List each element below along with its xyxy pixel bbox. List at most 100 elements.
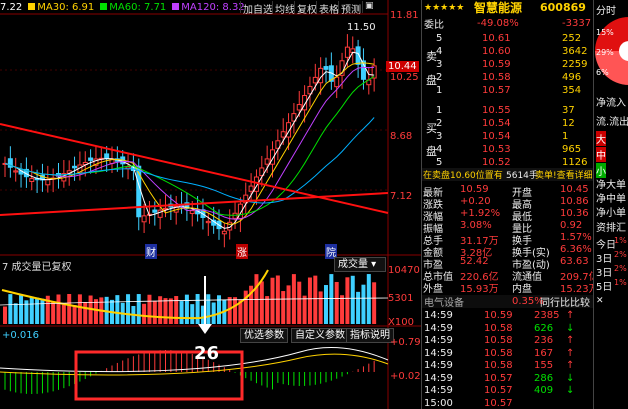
candle-body	[104, 153, 110, 159]
buy-price[interactable]: 10.54	[482, 131, 511, 142]
fr-mid: 中	[596, 147, 606, 162]
sell-price[interactable]: 10.58	[482, 72, 511, 83]
stat-value: +0.20	[460, 196, 491, 207]
weibi-value: -49.08%	[477, 18, 519, 29]
buy-price[interactable]: 10.55	[482, 105, 511, 116]
weibi-label: 委比	[424, 20, 444, 31]
volume-bar	[29, 296, 34, 324]
volume-bar	[126, 294, 131, 324]
volume-bar	[152, 300, 157, 324]
sell-volume: 2259	[562, 59, 588, 70]
tick-time: 14:59	[424, 347, 453, 359]
candle-body	[312, 76, 318, 84]
fr-3day-b: 3日	[596, 268, 613, 279]
industry-pct: 0.35%	[512, 296, 544, 307]
volume-dropdown[interactable]: 成交量 ▾	[334, 257, 386, 272]
rating-stars: ★★★★★	[424, 2, 465, 13]
candle-body	[141, 215, 147, 223]
volume-dropdown-label: 成交量	[338, 259, 368, 270]
volume-bar	[8, 294, 13, 324]
fr-net-inflow: 净流入	[596, 98, 626, 109]
volume-bar	[297, 281, 302, 324]
sell-price[interactable]: 10.60	[482, 46, 511, 57]
volume-bar	[270, 277, 275, 324]
tick-price: 10.57	[484, 385, 513, 396]
indicator-help-button[interactable]: 指标说明	[346, 328, 394, 343]
volume-bar	[77, 294, 82, 324]
big-order-note-vol: 5614手	[506, 171, 538, 181]
tick-arrow-icon: ↓	[566, 372, 575, 384]
buy-price[interactable]: 10.52	[482, 157, 511, 168]
weicha-value: -3337	[562, 18, 592, 29]
fr-close-icon[interactable]: ✕	[596, 296, 604, 306]
quote-panel: ★★★★★ 智慧能源 600869 委比 -49.08% -3337 5 10.6…	[421, 0, 599, 409]
vol-axis-unit: X100	[388, 317, 414, 328]
fr-today: 今日	[596, 240, 616, 251]
buy-side-label-1: 买	[426, 122, 437, 135]
volume-bar	[72, 305, 77, 324]
tick-volume: 626	[534, 322, 554, 334]
buy-price[interactable]: 10.53	[482, 144, 511, 155]
volume-bar	[329, 274, 334, 324]
candle-body	[163, 207, 168, 210]
buy-level: 1	[436, 105, 443, 116]
volume-bar	[158, 296, 163, 324]
ma60-text: MA60: 7.71	[109, 1, 167, 13]
fr-rank[interactable]: 资排汇	[596, 219, 626, 234]
volume-bars	[0, 269, 389, 324]
event-marker-finance[interactable]: 财	[145, 244, 157, 259]
custom-params-button[interactable]: 自定义参数	[291, 328, 349, 343]
annotation-arrow-head	[198, 324, 212, 334]
buy-price[interactable]: 10.54	[482, 118, 511, 129]
tab-peer-compare[interactable]: 同行比比较	[540, 294, 590, 309]
stat-value: +1.92%	[460, 208, 501, 219]
volume-bar	[334, 281, 339, 324]
add-watchlist-button[interactable]: 加自选	[240, 1, 275, 16]
candle-body	[344, 46, 350, 58]
ma-line	[4, 62, 375, 225]
stock-code: 600869	[540, 1, 586, 14]
fr-pct-1: 15%	[596, 28, 614, 37]
optimal-params-button[interactable]: 优选参数	[240, 328, 288, 343]
ma120-swatch	[172, 3, 180, 10]
current-price-label: 7.22	[0, 1, 23, 13]
fr-flow-out: 流.流出	[596, 117, 628, 128]
ma30-label: MA30: 6.91	[28, 2, 94, 13]
buy-volume: 965	[562, 144, 582, 155]
tab-industry[interactable]: 电气设备	[424, 294, 464, 309]
fr-net-mid: 净中单	[596, 194, 626, 205]
high-mark: 11.50	[347, 22, 376, 33]
volume-bar	[259, 281, 264, 324]
event-marker-rise[interactable]: 涨	[236, 244, 248, 259]
price-axis-mid2: 8.68	[390, 131, 413, 142]
sell-price[interactable]: 10.59	[482, 59, 511, 70]
forecast-button[interactable]: 预测	[338, 1, 363, 16]
volume-bar	[324, 285, 328, 324]
candle-body	[334, 76, 340, 88]
volume-title: 7 成交量已复权	[2, 262, 72, 273]
sell-price[interactable]: 10.57	[482, 85, 511, 96]
sell-volume: 496	[562, 72, 582, 83]
tick-arrow-icon: ↑	[566, 360, 575, 371]
tick-price: 10.58	[484, 347, 513, 359]
tick-arrow-icon: ↑	[566, 335, 575, 346]
tick-price: 10.58	[484, 322, 513, 334]
settings-icon[interactable]: ▣	[362, 1, 376, 13]
volume-bar	[19, 294, 24, 324]
sell-price[interactable]: 10.61	[482, 33, 511, 44]
buy-volume: 12	[562, 118, 575, 129]
big-order-note[interactable]: 在卖盘10.60位置有 5614手 卖单!查看详细	[422, 168, 594, 181]
volume-bar	[83, 302, 88, 324]
fr-3day-a: 3日	[596, 254, 613, 265]
tick-price: 10.59	[484, 310, 513, 321]
industry-tabs: 电气设备 0.35% 同行比比较	[422, 294, 594, 309]
big-order-note-left: 在卖盘10.60位置有	[423, 171, 503, 181]
weibi-row: 委比 -49.08% -3337	[422, 17, 594, 31]
volume-bar	[147, 294, 152, 324]
price-axis-low: 7.12	[390, 191, 413, 202]
candle-body	[72, 165, 78, 169]
tick-volume: 2385	[534, 310, 560, 321]
volume-bar	[286, 285, 291, 324]
volume-bar	[302, 295, 307, 324]
stat-value: 52.42	[460, 256, 489, 267]
